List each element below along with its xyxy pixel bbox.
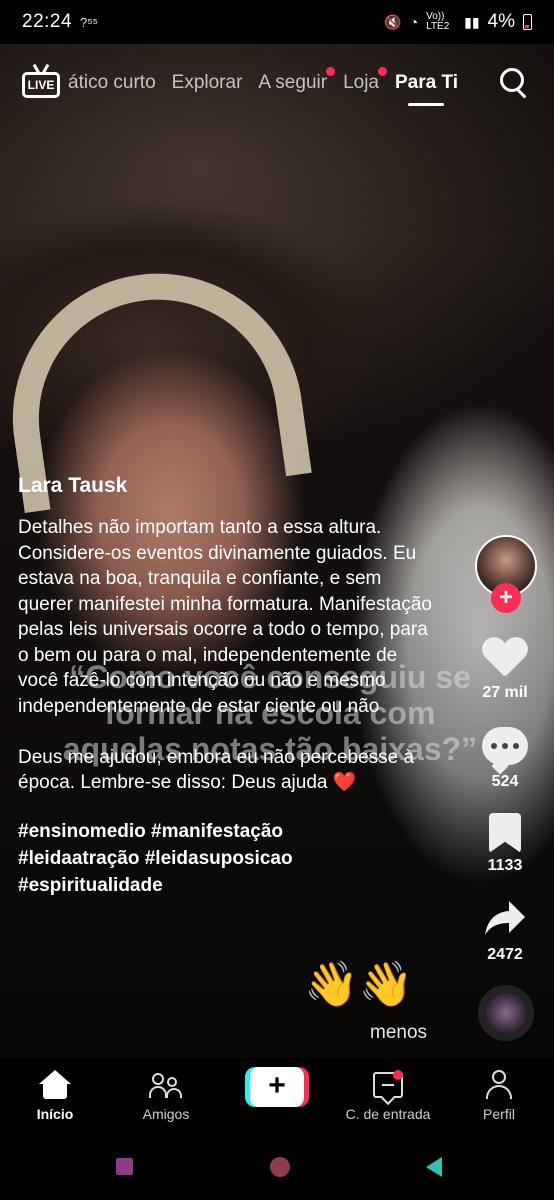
recents-icon[interactable] bbox=[116, 1158, 133, 1175]
back-icon[interactable] bbox=[426, 1157, 442, 1177]
plus-icon: + bbox=[250, 1067, 304, 1107]
tab-shop[interactable]: Loja bbox=[343, 67, 387, 94]
notification-dot bbox=[326, 67, 336, 76]
tab-short-drama[interactable]: ático curto bbox=[68, 72, 156, 94]
network-label: Vo)) LTE2 bbox=[426, 11, 450, 32]
comment-icon bbox=[482, 727, 528, 765]
tab-for-you[interactable]: Para Ti bbox=[395, 72, 458, 106]
nav-friends-label: Amigos bbox=[142, 1106, 190, 1122]
status-right: 🔇 ◔ Vo)) LTE2 ▮▮ 4% bbox=[384, 11, 532, 33]
status-bar: 22:24 ?⁵⁵ 🔇 ◔ Vo)) LTE2 ▮▮ 4% bbox=[0, 0, 554, 44]
system-nav-bar bbox=[0, 1134, 554, 1200]
share-count: 2472 bbox=[487, 946, 523, 963]
author-name[interactable]: Lara Tausk bbox=[18, 474, 438, 498]
nav-profile[interactable]: Perfil bbox=[444, 1068, 554, 1122]
music-disc[interactable] bbox=[478, 985, 534, 1041]
caption-description: Detalhes não importam tanto a essa altur… bbox=[18, 517, 432, 793]
nav-home-label: Início bbox=[36, 1106, 74, 1122]
follow-button[interactable]: + bbox=[491, 583, 521, 613]
bookmark-icon bbox=[489, 813, 521, 853]
comment-button[interactable]: 524 bbox=[474, 727, 536, 791]
tab-explore[interactable]: Explorar bbox=[172, 72, 243, 94]
bottom-nav: Início Amigos + C. de entrada Perfil bbox=[0, 1058, 554, 1134]
nav-friends[interactable]: Amigos bbox=[111, 1068, 221, 1122]
hashtag-line[interactable]: #espiritualidade bbox=[18, 872, 438, 899]
nav-profile-label: Perfil bbox=[483, 1106, 515, 1122]
share-icon bbox=[485, 901, 525, 935]
nav-inbox-label: C. de entrada bbox=[345, 1106, 431, 1122]
mute-icon: 🔇 bbox=[384, 13, 402, 30]
top-nav: LIVE ático curto Explorar A seguir Loja … bbox=[0, 62, 554, 112]
comment-count: 524 bbox=[491, 773, 519, 790]
save-button[interactable]: 1133 bbox=[474, 813, 536, 875]
feed-tabs: ático curto Explorar A seguir Loja Para … bbox=[68, 67, 458, 106]
battery-percent: 4% bbox=[487, 11, 515, 32]
signal-icon: ▮▮ bbox=[464, 13, 480, 30]
like-button[interactable]: 27 mil bbox=[474, 638, 536, 702]
wifi-icon: ◔ bbox=[409, 14, 419, 30]
home-icon bbox=[39, 1070, 71, 1100]
profile-icon bbox=[485, 1070, 513, 1100]
notification-dot bbox=[393, 1070, 403, 1080]
nav-inbox[interactable]: C. de entrada bbox=[333, 1068, 443, 1122]
notification-icons: ?⁵⁵ bbox=[80, 14, 99, 30]
live-label: LIVE bbox=[27, 78, 55, 92]
save-count: 1133 bbox=[487, 857, 523, 874]
search-icon[interactable] bbox=[498, 66, 530, 99]
heart-icon bbox=[482, 638, 528, 680]
hashtag-line[interactable]: #ensinomedio #manifestação bbox=[18, 818, 438, 845]
status-time: 22:24 bbox=[22, 11, 73, 32]
notification-dot bbox=[377, 67, 387, 76]
live-icon[interactable]: LIVE bbox=[22, 63, 60, 100]
show-less-link[interactable]: menos bbox=[370, 1022, 427, 1044]
hashtag-line[interactable]: #leidaatração #leidasuposicao bbox=[18, 845, 438, 872]
battery-icon bbox=[523, 14, 532, 30]
tab-following[interactable]: A seguir bbox=[258, 67, 336, 94]
waving-hands-emoji: 👋👋 bbox=[304, 960, 414, 1009]
create-button[interactable]: + bbox=[245, 1067, 309, 1107]
hashtags: #ensinomedio #manifestação #leidaatração… bbox=[18, 818, 438, 899]
nav-home[interactable]: Início bbox=[0, 1068, 110, 1122]
share-button[interactable]: 2472 bbox=[474, 899, 536, 964]
like-count: 27 mil bbox=[482, 684, 528, 701]
video-caption: Lara Tausk Detalhes não importam tanto a… bbox=[18, 474, 438, 899]
home-circle-icon[interactable] bbox=[270, 1157, 290, 1177]
friends-icon bbox=[149, 1071, 183, 1099]
